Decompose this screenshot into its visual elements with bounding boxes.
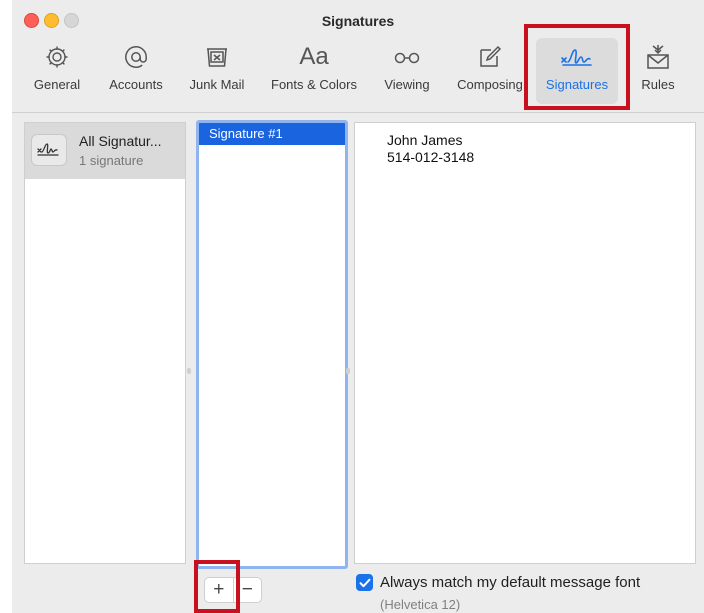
signature-line: 514-012-3148 <box>387 149 475 165</box>
mail-preferences-window: Signatures General Accounts Junk Mail Aa… <box>12 0 704 613</box>
accounts-list[interactable]: All Signatur... 1 signature <box>24 122 186 564</box>
at-icon <box>98 42 174 72</box>
toolbar-rules[interactable]: Rules <box>628 38 688 104</box>
junk-mail-icon <box>182 42 252 72</box>
glasses-icon <box>376 42 438 72</box>
signatures-highlight-box <box>524 24 630 110</box>
match-font-label[interactable]: Always match my default message font <box>380 574 640 591</box>
account-name: All Signatur... <box>79 133 162 149</box>
split-handle[interactable] <box>187 368 191 374</box>
signature-icon <box>31 134 67 166</box>
toolbar-general[interactable]: General <box>26 38 88 104</box>
toolbar-junk-mail-label: Junk Mail <box>189 77 245 92</box>
toolbar-viewing[interactable]: Viewing <box>376 38 438 104</box>
toolbar-junk-mail[interactable]: Junk Mail <box>182 38 252 104</box>
toolbar-rules-label: Rules <box>641 77 675 92</box>
toolbar-accounts-label: Accounts <box>109 77 163 92</box>
signature-item[interactable]: Signature #1 <box>199 123 345 145</box>
compose-icon <box>448 42 532 72</box>
signature-text[interactable]: John James 514-012-3148 <box>387 132 474 166</box>
toolbar-accounts[interactable]: Accounts <box>98 38 174 104</box>
signature-line: John James <box>387 132 463 148</box>
add-button-highlight-box <box>194 560 240 613</box>
toolbar-general-label: General <box>33 77 81 92</box>
gear-icon <box>26 42 88 72</box>
account-item-all-signatures[interactable]: All Signatur... 1 signature <box>25 123 185 179</box>
toolbar-fonts-colors[interactable]: Aa Fonts & Colors <box>262 38 366 104</box>
split-handle[interactable] <box>346 368 350 374</box>
account-signature-count: 1 signature <box>79 153 144 168</box>
default-font-name: (Helvetica 12) <box>380 597 461 612</box>
toolbar-separator <box>12 112 704 113</box>
checkmark-icon <box>359 578 370 587</box>
fonts-icon: Aa <box>299 43 329 70</box>
toolbar-fonts-colors-label: Fonts & Colors <box>271 77 357 92</box>
toolbar-composing[interactable]: Composing <box>448 38 532 104</box>
signature-editor[interactable]: John James 514-012-3148 <box>354 122 696 564</box>
toolbar-composing-label: Composing <box>457 77 523 92</box>
toolbar-viewing-label: Viewing <box>384 77 430 92</box>
match-font-checkbox[interactable] <box>356 574 373 591</box>
rules-icon <box>628 42 688 72</box>
signatures-list[interactable]: Signature #1 <box>196 120 348 569</box>
